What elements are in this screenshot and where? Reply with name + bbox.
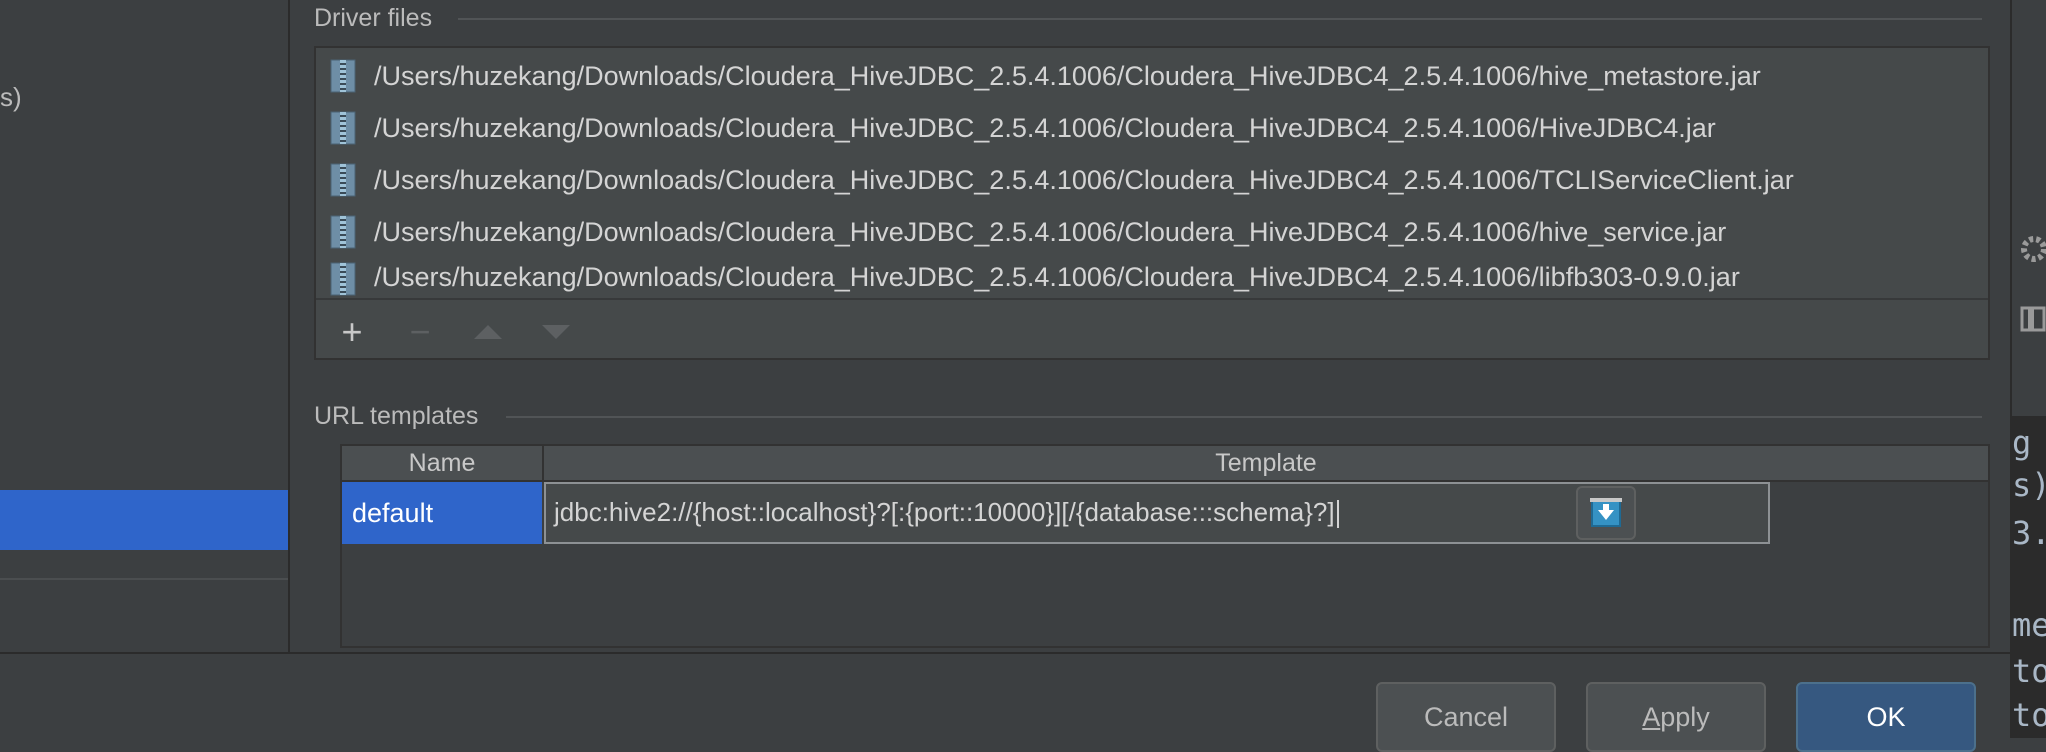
cancel-button[interactable]: Cancel <box>1376 682 1556 752</box>
jar-file-icon <box>330 215 356 249</box>
jar-file-icon <box>330 111 356 145</box>
gear-icon <box>2021 236 2046 262</box>
driver-files-separator <box>458 18 1982 20</box>
file-path: /Users/huzekang/Downloads/Cloudera_HiveJ… <box>374 262 1740 292</box>
apply-button[interactable]: Apply <box>1586 682 1766 752</box>
template-input-value: jdbc:hive2://{host::localhost}?[:{port::… <box>554 497 1335 527</box>
minus-icon: − <box>409 311 431 352</box>
file-path: /Users/huzekang/Downloads/Cloudera_HiveJ… <box>374 216 1727 247</box>
expand-icon <box>1576 486 1636 540</box>
sidebar-divider <box>0 578 288 580</box>
list-item[interactable]: /Users/huzekang/Downloads/Cloudera_HiveJ… <box>330 154 1794 206</box>
column-header-name[interactable]: Name <box>342 446 544 480</box>
url-templates-separator <box>506 416 1982 418</box>
editor-line: 3. <box>2012 514 2046 552</box>
remove-button[interactable]: − <box>400 311 440 352</box>
editor-line: to <box>2012 696 2046 734</box>
url-templates-table[interactable]: Name Template default jdbc:hive2://{host… <box>340 444 1990 648</box>
template-name-cell[interactable]: default <box>342 482 542 544</box>
editor-line: s) <box>2012 466 2046 504</box>
column-header-template[interactable]: Template <box>544 446 1988 480</box>
jar-file-icon <box>330 262 356 296</box>
list-item[interactable]: /Users/huzekang/Downloads/Cloudera_HiveJ… <box>330 206 1726 258</box>
driver-files-list[interactable]: /Users/huzekang/Downloads/Cloudera_HiveJ… <box>314 46 1990 360</box>
jar-file-icon <box>330 163 356 197</box>
move-up-button[interactable] <box>468 312 508 352</box>
editor-line: me <box>2012 606 2046 644</box>
driver-files-label: Driver files <box>314 4 433 32</box>
list-item[interactable]: /Users/huzekang/Downloads/Cloudera_HiveJ… <box>330 50 1761 102</box>
sidebar-partial-text: s) <box>0 82 22 112</box>
expand-template-button[interactable] <box>1576 486 1636 540</box>
sidebar-selected-item[interactable] <box>0 490 288 550</box>
move-down-button[interactable] <box>536 312 576 352</box>
table-header: Name Template <box>342 446 1988 482</box>
add-button[interactable]: + <box>332 311 372 352</box>
jar-file-icon <box>330 59 356 93</box>
layout-icon <box>2020 306 2046 332</box>
editor-line: g <box>2012 424 2032 462</box>
file-path: /Users/huzekang/Downloads/Cloudera_HiveJ… <box>374 60 1761 91</box>
ok-button[interactable]: OK <box>1796 682 1976 752</box>
arrow-down-icon <box>542 325 570 339</box>
text-cursor <box>1336 500 1339 529</box>
list-toolbar-divider <box>316 298 1988 300</box>
editor-line: to <box>2012 652 2046 690</box>
list-item[interactable]: /Users/huzekang/Downloads/Cloudera_HiveJ… <box>330 102 1716 154</box>
url-templates-label: URL templates <box>314 402 479 430</box>
bottom-divider <box>0 652 2010 654</box>
file-path: /Users/huzekang/Downloads/Cloudera_HiveJ… <box>374 164 1794 195</box>
sidebar <box>0 0 290 652</box>
list-item[interactable]: /Users/huzekang/Downloads/Cloudera_HiveJ… <box>330 258 1740 302</box>
arrow-up-icon <box>474 325 502 339</box>
plus-icon: + <box>341 311 363 352</box>
file-path: /Users/huzekang/Downloads/Cloudera_HiveJ… <box>374 112 1716 143</box>
